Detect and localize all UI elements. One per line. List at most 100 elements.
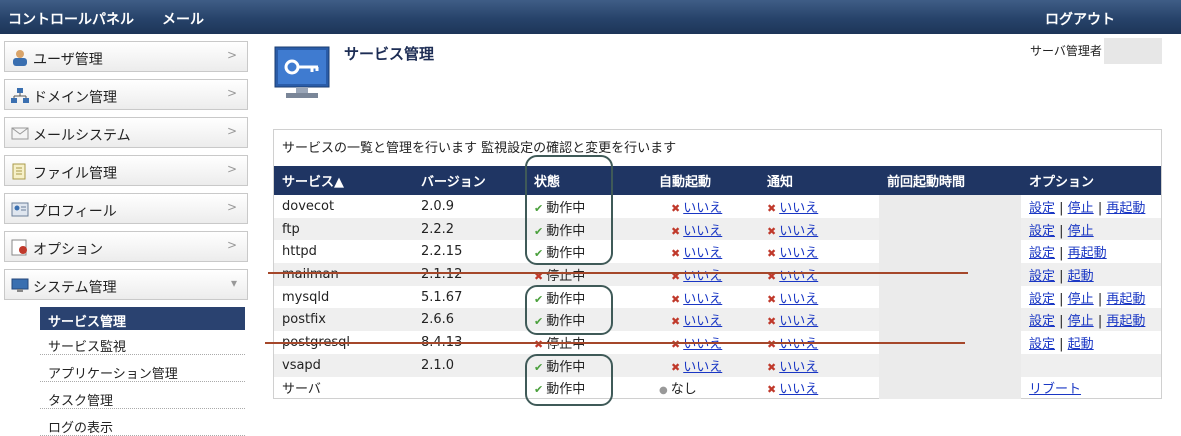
options-cell: 設定 | 停止 (1021, 217, 1161, 241)
table-row: ftp2.2.2動作中✖いいえ✖いいえ設定 | 停止 (274, 217, 1161, 241)
option-link[interactable]: リブート (1029, 382, 1081, 397)
option-link[interactable]: 停止 (1068, 224, 1094, 239)
autostart-link[interactable]: いいえ (683, 292, 722, 307)
sidebar-item-profile[interactable]: プロフィール > (4, 193, 248, 224)
panel-description: サービスの一覧と管理を行います 監視設定の確認と変更を行います (282, 141, 677, 156)
column-header: バージョン (413, 166, 526, 195)
sidebar-item-system[interactable]: システム管理 ▾ (4, 269, 248, 300)
subitem-view-logs[interactable]: ログの表示 (40, 413, 245, 436)
notify-link[interactable]: いいえ (779, 382, 818, 397)
column-header[interactable]: サービス▲ (274, 166, 413, 195)
notify-link[interactable]: いいえ (779, 337, 818, 352)
nav-control-panel[interactable]: コントロールパネル (8, 12, 134, 28)
chevron-down-icon: ▾ (230, 276, 237, 290)
option-link[interactable]: 再起動 (1068, 246, 1107, 261)
autostart-link[interactable]: いいえ (683, 337, 722, 352)
column-header: 前回起動時間 (879, 166, 1021, 195)
options-cell: 設定 | 起動 (1021, 263, 1161, 286)
autostart-link[interactable]: いいえ (683, 246, 722, 261)
option-link[interactable]: 設定 (1029, 314, 1055, 329)
option-link[interactable]: 再起動 (1106, 314, 1145, 329)
autostart-link[interactable]: いいえ (683, 360, 722, 375)
option-link[interactable]: 再起動 (1106, 201, 1145, 216)
notify-cell: ✖ いいえ (759, 263, 879, 286)
service-status: 停止中 (526, 263, 651, 286)
notify-link[interactable]: いいえ (779, 201, 818, 216)
last-start-time-redacted (879, 217, 1021, 241)
sidebar-item-users[interactable]: ユーザ管理 > (4, 41, 248, 72)
option-link[interactable]: 設定 (1029, 201, 1055, 216)
service-name: postfix (274, 308, 413, 332)
highlight-circle (525, 285, 613, 335)
last-start-time-redacted (879, 308, 1021, 332)
service-version: 2.1.0 (413, 353, 526, 377)
sidebar-item-label: ファイル管理 (33, 166, 117, 182)
option-link[interactable]: 設定 (1029, 292, 1055, 307)
autostart-cell: ✖ いいえ (651, 353, 759, 377)
option-link[interactable]: 設定 (1029, 269, 1055, 284)
service-name: mailman (274, 263, 413, 286)
cross-icon: ✖ (671, 247, 681, 261)
service-version: 2.0.9 (421, 198, 455, 214)
option-link[interactable]: 設定 (1029, 337, 1055, 352)
chevron-right-icon: > (226, 124, 237, 138)
admin-label: サーバ管理者 (1030, 44, 1102, 58)
nav-mail[interactable]: メール (162, 12, 204, 28)
profile-icon (11, 202, 29, 217)
sidebar-item-options[interactable]: オプション > (4, 231, 248, 262)
notify-link[interactable]: いいえ (779, 292, 818, 307)
service-name: ftp (274, 217, 413, 241)
notify-link[interactable]: いいえ (779, 246, 818, 261)
system-icon (11, 278, 29, 292)
sidebar-item-label: オプション (33, 242, 103, 258)
options-cell: 設定 | 停止 | 再起動 (1029, 291, 1146, 307)
sidebar-item-label: メールシステム (33, 128, 131, 144)
envelope-icon (11, 127, 29, 140)
subitem-service-monitoring[interactable]: サービス監視 (40, 332, 245, 355)
table-row: サーバ動作中●なし✖いいえリブート (274, 376, 1161, 400)
option-link[interactable]: 停止 (1068, 201, 1094, 216)
last-start-time-redacted (879, 285, 1021, 309)
chevron-right-icon: > (226, 200, 237, 214)
option-link[interactable]: 停止 (1068, 292, 1094, 307)
subitem-service-management[interactable]: サービス管理 (40, 307, 245, 330)
chevron-right-icon: > (226, 86, 237, 100)
last-start-time-redacted (879, 195, 1021, 218)
service-name: httpd (282, 244, 317, 260)
notify-link[interactable]: いいえ (779, 224, 818, 239)
option-link[interactable]: 設定 (1029, 224, 1055, 239)
notify-cell: ✖ いいえ (759, 240, 879, 263)
option-link[interactable]: 起動 (1068, 337, 1094, 352)
option-link[interactable]: 再起動 (1106, 292, 1145, 307)
sidebar-item-domains[interactable]: ドメイン管理 > (4, 79, 248, 110)
cross-icon: ✖ (671, 360, 681, 374)
autostart-cell: ✖ いいえ (651, 263, 759, 286)
autostart-link[interactable]: いいえ (683, 314, 722, 329)
subitem-application-management[interactable]: アプリケーション管理 (40, 359, 245, 382)
status-stopped: 停止中 (534, 337, 585, 352)
last-start-time-redacted (879, 376, 1021, 400)
chevron-right-icon: > (226, 238, 237, 252)
options-icon (11, 239, 27, 256)
option-link[interactable]: 停止 (1068, 314, 1094, 329)
dot-icon: ● (659, 385, 668, 397)
cross-icon: ✖ (767, 224, 777, 238)
cross-icon: ✖ (767, 247, 777, 261)
sidebar-item-mail-system[interactable]: メールシステム > (4, 117, 248, 148)
options-cell: 設定 | 停止 | 再起動 (1029, 200, 1146, 216)
option-link[interactable]: 起動 (1068, 269, 1094, 284)
table-row: httpd2.2.15動作中✖いいえ✖いいえ設定 | 再起動 (274, 240, 1161, 264)
option-link[interactable]: 設定 (1029, 246, 1055, 261)
subitem-task-management[interactable]: タスク管理 (40, 386, 245, 409)
logout-link[interactable]: ログアウト (1045, 9, 1115, 29)
service-name: mysqld (282, 289, 330, 305)
sidebar-item-files[interactable]: ファイル管理 > (4, 155, 248, 186)
sidebar-item-label: ユーザ管理 (33, 52, 103, 68)
cross-icon: ✖ (671, 292, 681, 306)
notify-link[interactable]: いいえ (779, 314, 818, 329)
notify-cell: ✖ いいえ (759, 377, 879, 400)
autostart-link[interactable]: いいえ (683, 201, 722, 216)
autostart-link[interactable]: いいえ (683, 224, 722, 239)
notify-link[interactable]: いいえ (779, 360, 818, 375)
last-start-time-redacted (879, 353, 1021, 377)
